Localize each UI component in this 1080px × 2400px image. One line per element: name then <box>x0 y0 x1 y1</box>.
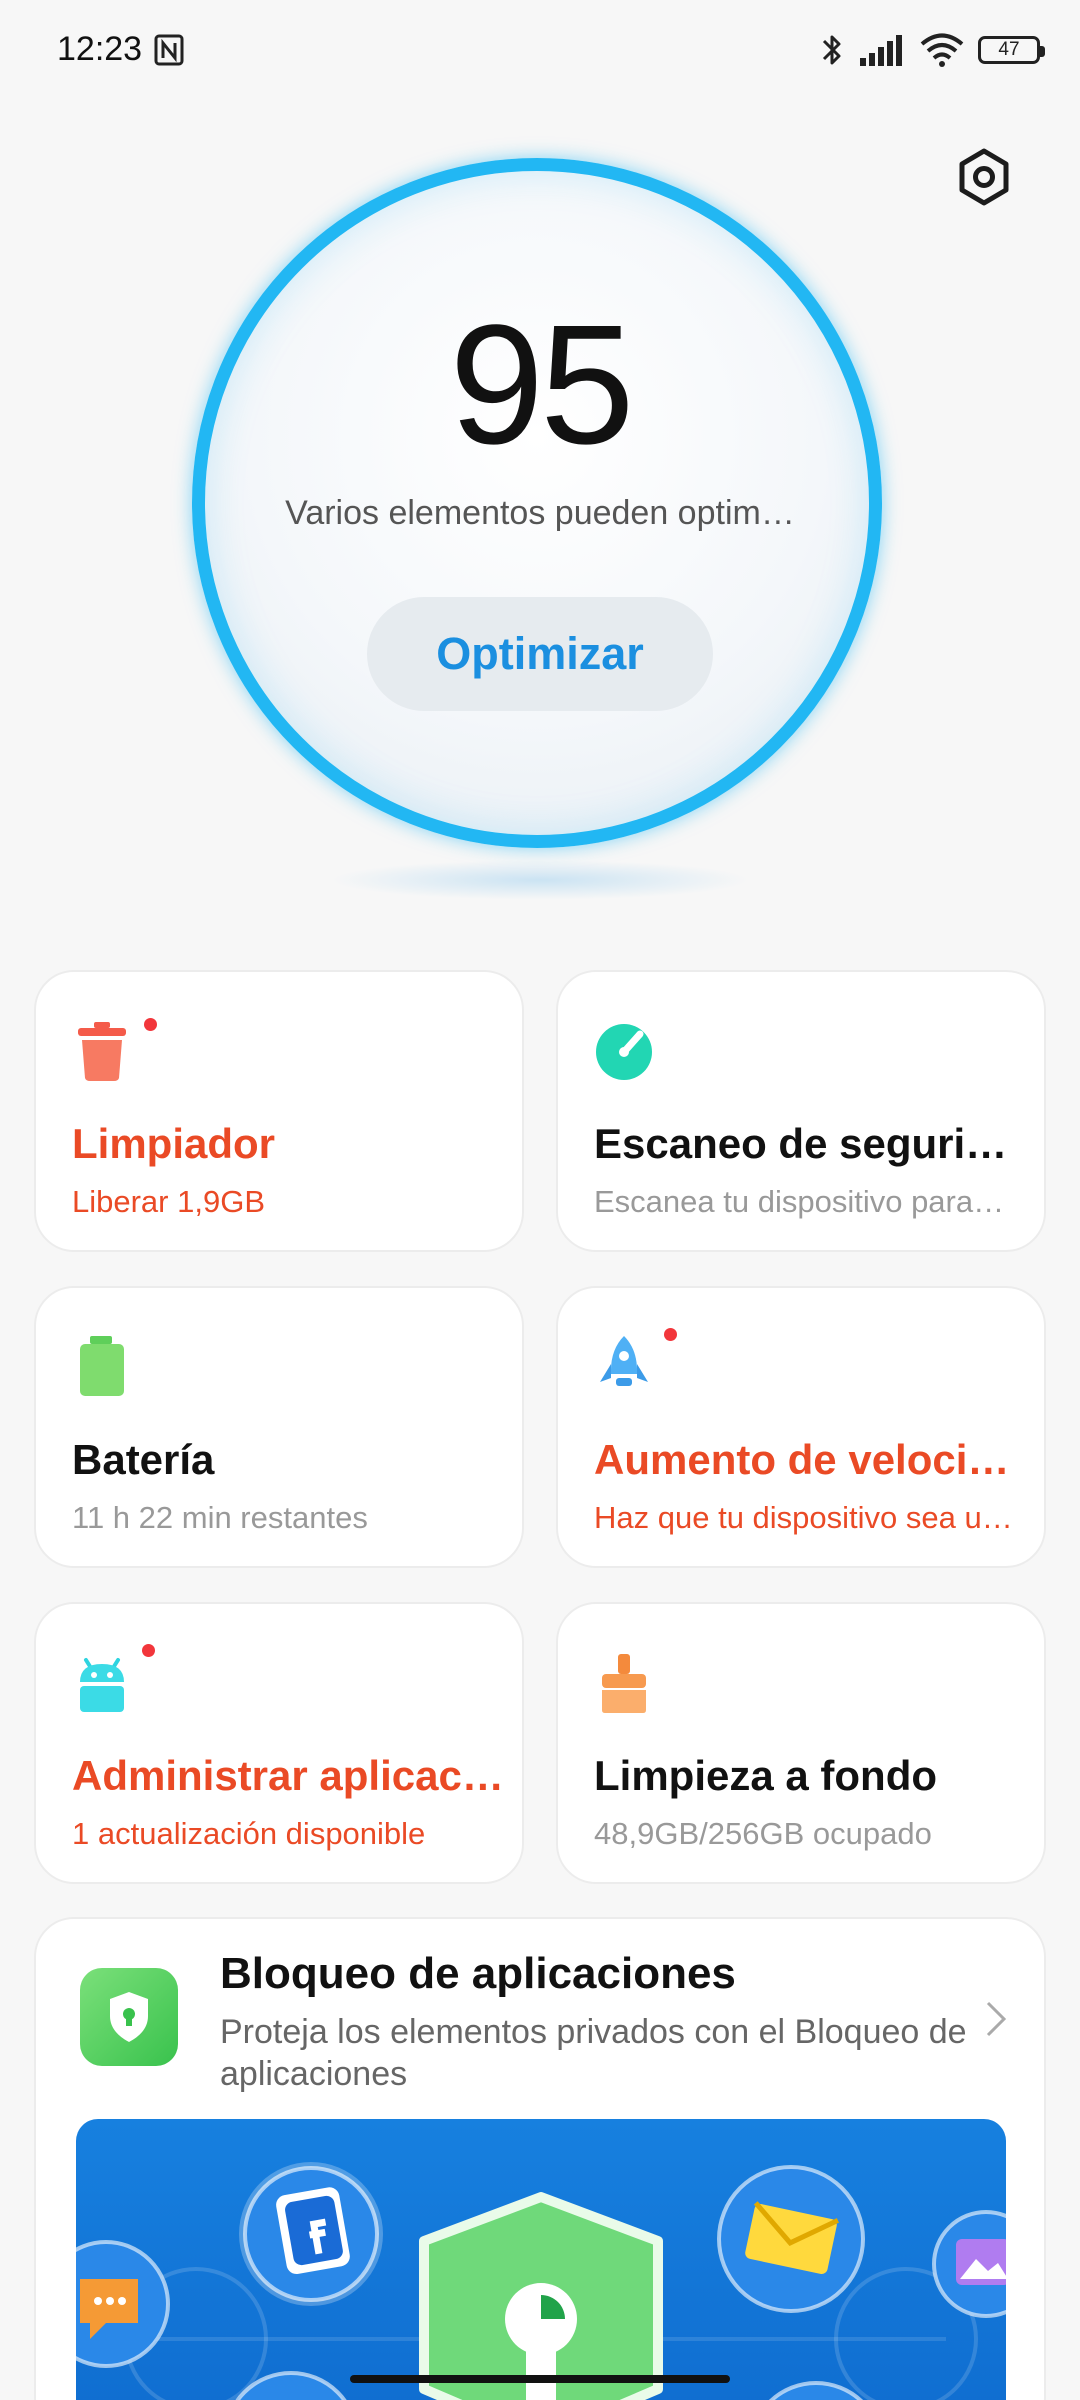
card-title: Aumento de veloci… <box>594 1436 1010 1483</box>
chevron-right-icon <box>986 2001 1007 2037</box>
wifi-icon <box>920 33 964 67</box>
android-icon <box>80 1658 124 1712</box>
card-subtitle: Liberar 1,9GB <box>72 1184 265 1219</box>
card-subtitle: 1 actualización disponible <box>72 1816 426 1851</box>
status-bar: 12:23 47 <box>0 0 1080 100</box>
notification-dot <box>144 1018 157 1031</box>
app-lock-title: Bloqueo de aplicaciones <box>220 1949 736 1998</box>
card-subtitle: 11 h 22 min restantes <box>72 1500 368 1535</box>
card-speed-boost[interactable]: Aumento de veloci… Haz que tu dispositiv… <box>556 1286 1046 1568</box>
keyhole-shield-icon <box>419 2192 663 2400</box>
shield-lock-icon <box>80 1968 178 2066</box>
card-manage-apps[interactable]: Administrar aplicac… 1 actualización dis… <box>34 1602 524 1884</box>
home-indicator[interactable] <box>350 2375 730 2383</box>
gallery-icon <box>932 2210 1006 2318</box>
card-subtitle: Haz que tu dispositivo sea u… <box>594 1500 1013 1535</box>
signal-icon <box>860 35 902 66</box>
bluetooth-icon <box>822 35 841 65</box>
security-score: 95 <box>449 290 634 480</box>
security-scan-icon <box>596 1024 652 1080</box>
gear-icon[interactable] <box>954 147 1014 207</box>
status-icons: 47 <box>818 30 1045 70</box>
security-app-screen: 12:23 47 95 Varios elementos pueden opti… <box>0 0 1080 2400</box>
card-security-scan[interactable]: Escaneo de segurid… Escanea tu dispositi… <box>556 970 1046 1252</box>
card-subtitle: 48,9GB/256GB ocupado <box>594 1816 932 1851</box>
mail-icon <box>717 2165 865 2313</box>
battery-icon <box>80 1336 124 1396</box>
trash-icon <box>78 1022 126 1081</box>
battery-indicator: 47 <box>978 36 1045 64</box>
shield-glyph <box>110 1992 148 2042</box>
app-lock-description: Proteja los elementos privados con el Bl… <box>220 2013 967 2093</box>
notification-dot <box>664 1328 677 1341</box>
card-title: Limpiador <box>72 1120 276 1167</box>
card-title: Administrar aplicac… <box>72 1752 504 1799</box>
nfc-icon <box>154 34 184 66</box>
card-subtitle: Escanea tu dispositivo para… <box>594 1184 1005 1219</box>
app-lock-banner <box>76 2119 1006 2400</box>
optimize-button[interactable]: Optimizar <box>367 597 713 711</box>
status-time: 12:23 <box>57 30 143 68</box>
notification-dot <box>142 1644 155 1657</box>
app-lock-card[interactable]: Bloqueo de aplicaciones Proteja los elem… <box>34 1917 1046 2400</box>
score-status-text: Varios elementos pueden optim… <box>285 494 795 532</box>
card-title: Limpieza a fondo <box>594 1752 938 1799</box>
brush-icon <box>602 1654 646 1713</box>
card-deep-clean[interactable]: Limpieza a fondo 48,9GB/256GB ocupado <box>556 1602 1046 1884</box>
chat-icon <box>76 2240 170 2368</box>
app-lock-illustration <box>76 2162 1006 2400</box>
score-shadow <box>330 860 750 900</box>
card-title: Escaneo de segurid… <box>594 1120 1030 1167</box>
card-title: Batería <box>72 1436 215 1483</box>
battery-level: 47 <box>998 39 1020 60</box>
card-battery[interactable]: Batería 11 h 22 min restantes <box>34 1286 524 1568</box>
rocket-icon <box>600 1336 648 1386</box>
card-cleaner[interactable]: Limpiador Liberar 1,9GB <box>34 970 524 1252</box>
facebook-icon <box>239 2162 383 2306</box>
